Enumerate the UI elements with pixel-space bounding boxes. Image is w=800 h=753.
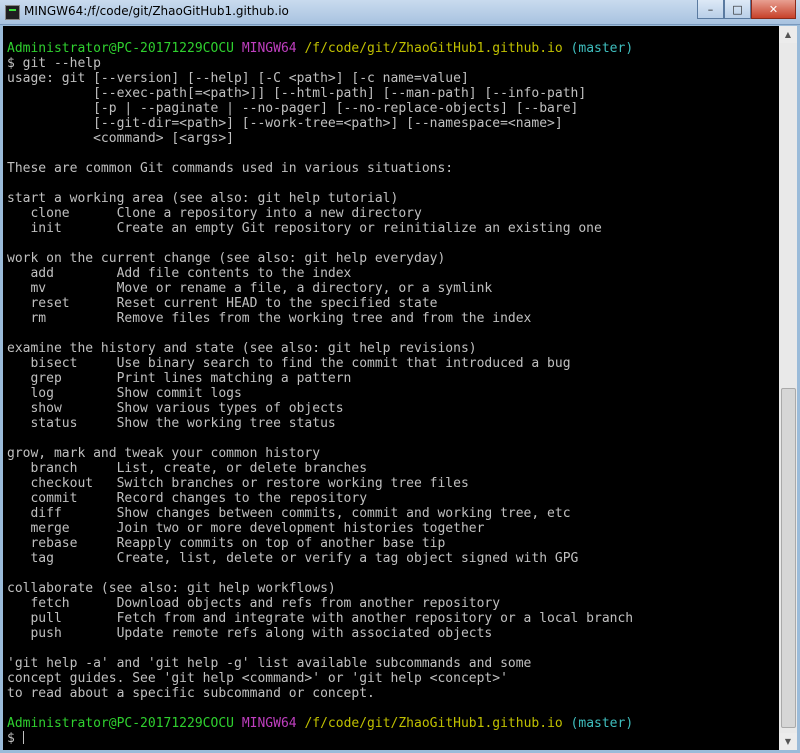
output-line: rm Remove files from the working tree an…: [7, 311, 532, 326]
terminal-icon[interactable]: [5, 5, 20, 20]
prompt-user-host: Administrator@PC-20171229COCU: [7, 41, 234, 56]
output-line: tag Create, list, delete or verify a tag…: [7, 551, 579, 566]
output-line: [--git-dir=<path>] [--work-tree=<path>] …: [7, 116, 563, 131]
prompt-path: /f/code/git/ZhaoGitHub1.github.io: [304, 41, 563, 56]
output-line: status Show the working tree status: [7, 416, 336, 431]
prompt-branch: (master): [570, 716, 634, 731]
output-line: clone Clone a repository into a new dire…: [7, 206, 422, 221]
output-line: bisect Use binary search to find the com…: [7, 356, 571, 371]
output-line: grow, mark and tweak your common history: [7, 446, 321, 461]
minimize-button[interactable]: –: [697, 0, 724, 19]
title-bar[interactable]: MINGW64:/f/code/git/ZhaoGitHub1.github.i…: [0, 0, 800, 25]
output-line: branch List, create, or delete branches: [7, 461, 368, 476]
input-line[interactable]: $: [7, 731, 633, 746]
prompt-user-host: Administrator@PC-20171229COCU: [7, 716, 234, 731]
output-line: 'git help -a' and 'git help -g' list ava…: [7, 656, 532, 671]
output-line: $ git --help: [7, 56, 101, 71]
prompt-env: MINGW64: [241, 41, 297, 56]
prompt-line: Administrator@PC-20171229COCU MINGW64 /f…: [7, 41, 633, 56]
output-line: push Update remote refs along with assoc…: [7, 626, 493, 641]
output-line: log Show commit logs: [7, 386, 242, 401]
output-line: commit Record changes to the repository: [7, 491, 368, 506]
output-line: work on the current change (see also: gi…: [7, 251, 446, 266]
output-line: show Show various types of objects: [7, 401, 344, 416]
output-line: [-p | --paginate | --no-pager] [--no-rep…: [7, 101, 579, 116]
output-line: collaborate (see also: git help workflow…: [7, 581, 336, 596]
output-line: mv Move or rename a file, a directory, o…: [7, 281, 493, 296]
output-line: reset Reset current HEAD to the specifie…: [7, 296, 438, 311]
output-line: concept guides. See 'git help <command>'…: [7, 671, 508, 686]
output-line: diff Show changes between commits, commi…: [7, 506, 571, 521]
output-line: [--exec-path[=<path>]] [--html-path] [--…: [7, 86, 587, 101]
window-controls: – □ ✕: [697, 0, 796, 20]
scroll-up-arrow-icon[interactable]: ▲: [779, 26, 797, 43]
output-line: rebase Reapply commits on top of another…: [7, 536, 446, 551]
output-line: merge Join two or more development histo…: [7, 521, 485, 536]
terminal-area[interactable]: Administrator@PC-20171229COCU MINGW64 /f…: [3, 26, 779, 750]
output-line: checkout Switch branches or restore work…: [7, 476, 469, 491]
output-line: examine the history and state (see also:…: [7, 341, 477, 356]
scrollbar-thumb[interactable]: [781, 388, 796, 728]
prompt-branch: (master): [570, 41, 634, 56]
output-line: grep Print lines matching a pattern: [7, 371, 352, 386]
prompt-env: MINGW64: [241, 716, 297, 731]
output-line: fetch Download objects and refs from ano…: [7, 596, 501, 611]
output-line: These are common Git commands used in va…: [7, 161, 454, 176]
prompt-line-final: Administrator@PC-20171229COCU MINGW64 /f…: [7, 716, 633, 731]
output-line: pull Fetch from and integrate with anoth…: [7, 611, 634, 626]
output-line: usage: git [--version] [--help] [-C <pat…: [7, 71, 469, 86]
output-line: <command> [<args>]: [7, 131, 234, 146]
window-title: MINGW64:/f/code/git/ZhaoGitHub1.github.i…: [24, 4, 289, 18]
prompt-symbol: $: [7, 731, 15, 746]
output-line: start a working area (see also: git help…: [7, 191, 399, 206]
output-line: add Add file contents to the index: [7, 266, 352, 281]
maximize-button[interactable]: □: [724, 0, 751, 19]
text-cursor: [22, 731, 24, 744]
prompt-path: /f/code/git/ZhaoGitHub1.github.io: [304, 716, 563, 731]
vertical-scrollbar[interactable]: ▲ ▼: [779, 26, 797, 750]
output-line: to read about a specific subcommand or c…: [7, 686, 375, 701]
terminal-window: MINGW64:/f/code/git/ZhaoGitHub1.github.i…: [0, 0, 800, 753]
terminal-output: Administrator@PC-20171229COCU MINGW64 /f…: [7, 41, 633, 746]
output-line: init Create an empty Git repository or r…: [7, 221, 602, 236]
scroll-down-arrow-icon[interactable]: ▼: [779, 733, 797, 750]
command-output: $ git --help usage: git [--version] [--he…: [7, 56, 633, 716]
close-button[interactable]: ✕: [751, 0, 796, 19]
